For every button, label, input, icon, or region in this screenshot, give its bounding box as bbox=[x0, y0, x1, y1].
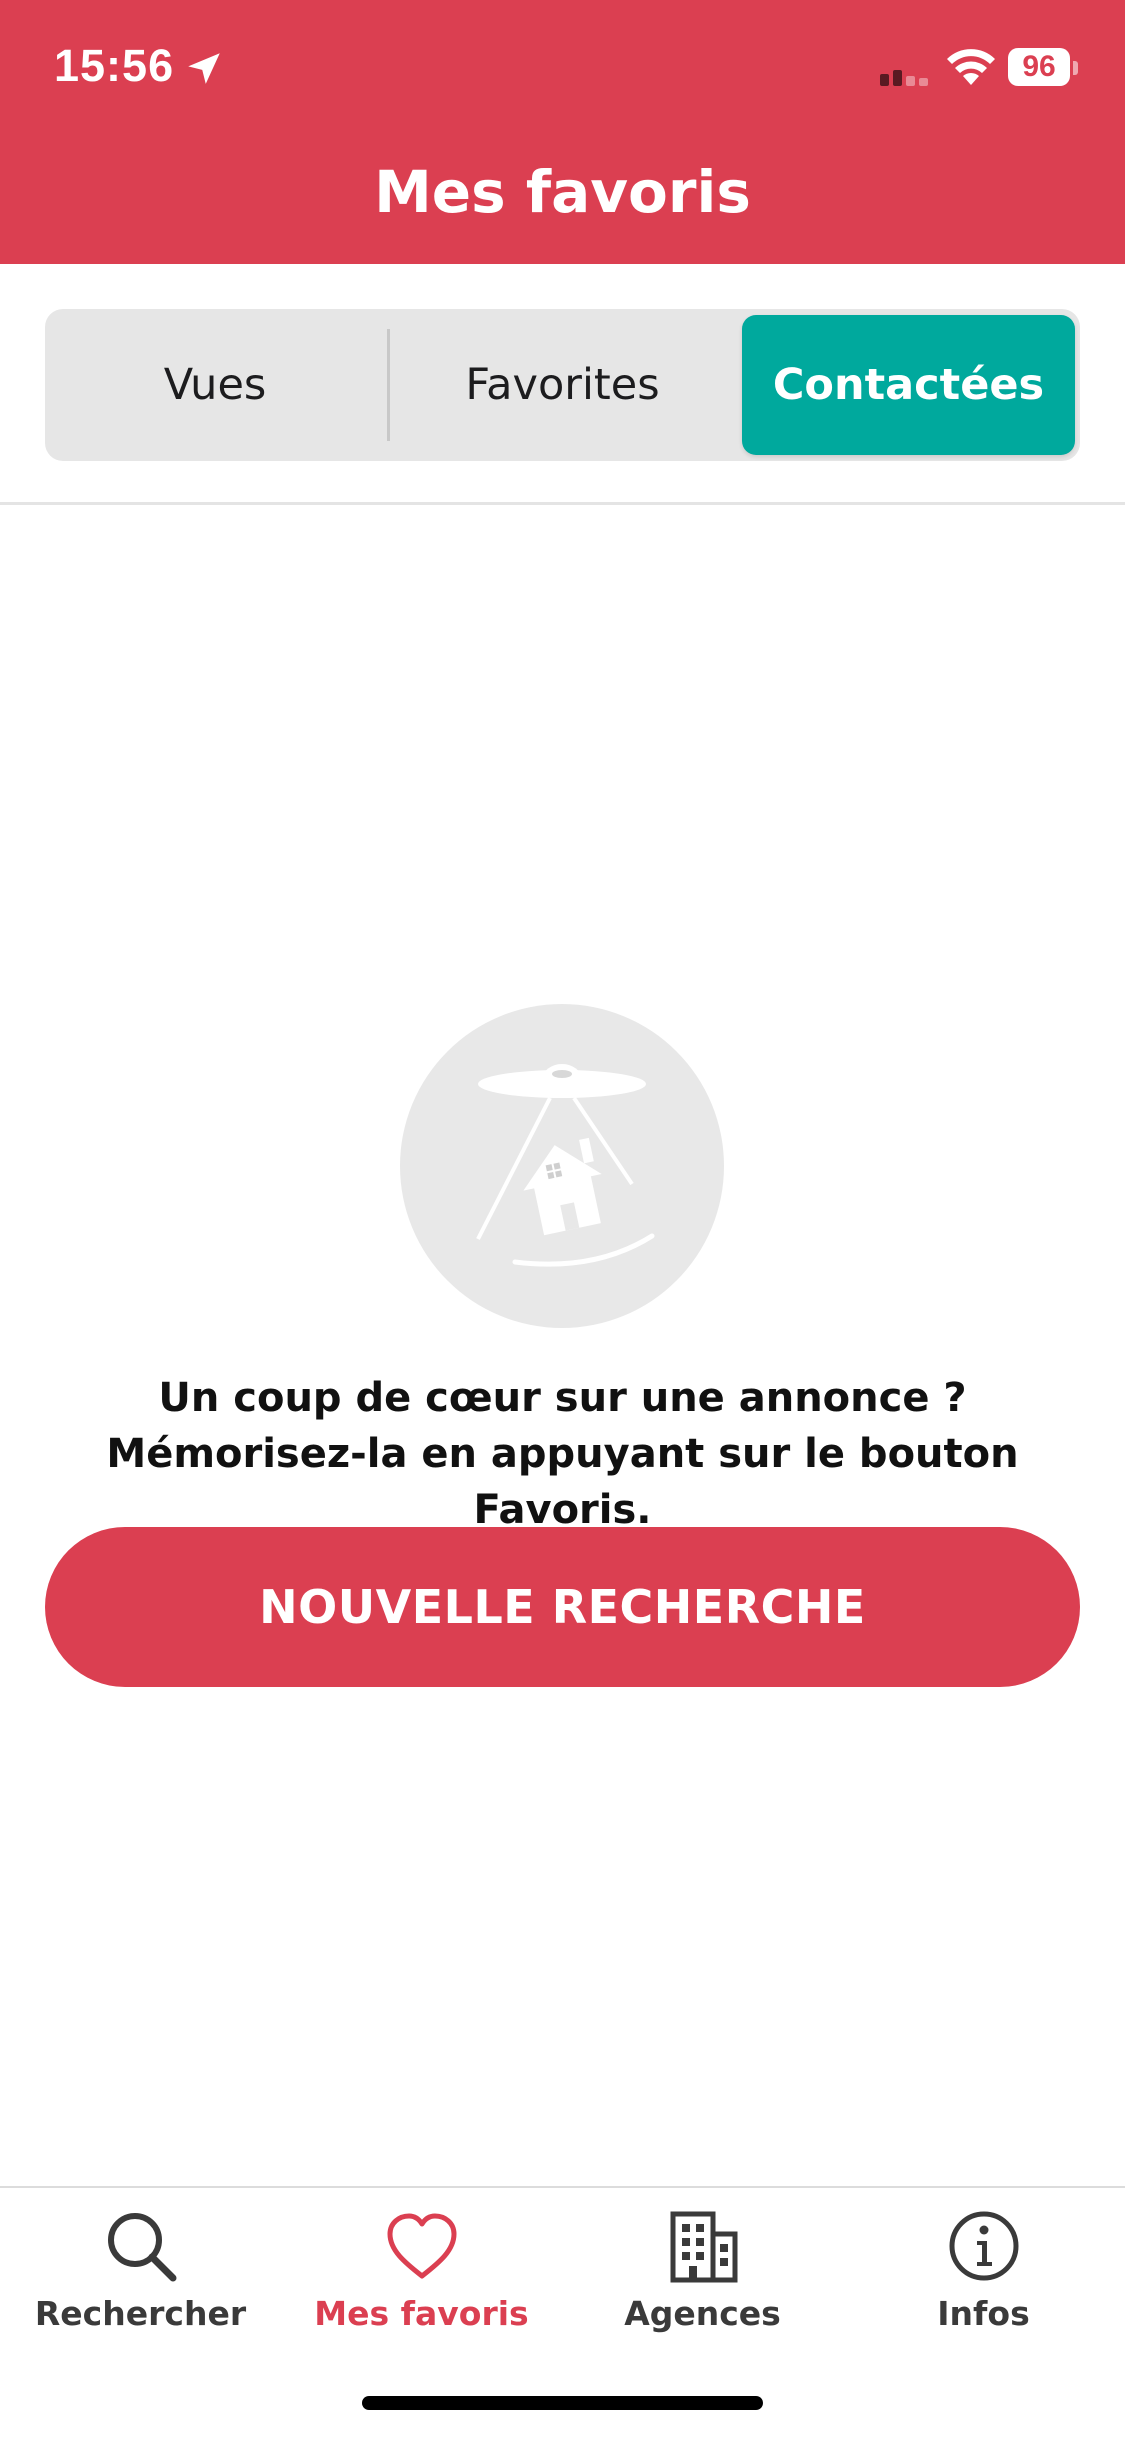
battery-tip bbox=[1073, 61, 1078, 75]
new-search-button[interactable]: NOUVELLE RECHERCHE bbox=[45, 1527, 1080, 1687]
page-title: Mes favoris bbox=[374, 158, 751, 226]
divider bbox=[0, 502, 1125, 505]
segment-vues[interactable]: Vues bbox=[45, 309, 385, 461]
tab-agences[interactable]: Agences bbox=[562, 2208, 843, 2333]
segmented-control: Vues Favorites Contactées bbox=[45, 309, 1080, 461]
battery-level: 96 bbox=[1008, 48, 1070, 86]
info-icon bbox=[949, 2211, 1018, 2281]
empty-state-message: Un coup de cœur sur une annonce ? Mémori… bbox=[106, 1375, 1019, 1533]
tab-label: Infos bbox=[937, 2294, 1030, 2333]
battery-indicator: 96 bbox=[1008, 48, 1078, 88]
app-header: 15:56 96 Mes favoris bbox=[0, 0, 1125, 264]
ufo-abducting-house-icon bbox=[400, 1004, 724, 1328]
search-icon bbox=[107, 2213, 176, 2282]
tab-label: Mes favoris bbox=[314, 2294, 529, 2333]
tab-label: Agences bbox=[624, 2294, 781, 2333]
tab-infos[interactable]: Infos bbox=[843, 2208, 1124, 2333]
cellular-signal-icon bbox=[880, 70, 928, 86]
wifi-icon bbox=[947, 49, 995, 85]
tab-label: Rechercher bbox=[34, 2294, 247, 2333]
segment-favorites[interactable]: Favorites bbox=[390, 309, 735, 461]
tab-rechercher[interactable]: Rechercher bbox=[0, 2208, 281, 2333]
building-icon bbox=[670, 2211, 737, 2283]
home-indicator[interactable] bbox=[362, 2396, 763, 2410]
heart-icon bbox=[387, 2213, 456, 2279]
tab-mes-favoris[interactable]: Mes favoris bbox=[281, 2208, 562, 2333]
segment-contactees[interactable]: Contactées bbox=[742, 315, 1075, 455]
location-arrow-icon bbox=[188, 53, 220, 84]
status-time: 15:56 bbox=[54, 40, 175, 91]
